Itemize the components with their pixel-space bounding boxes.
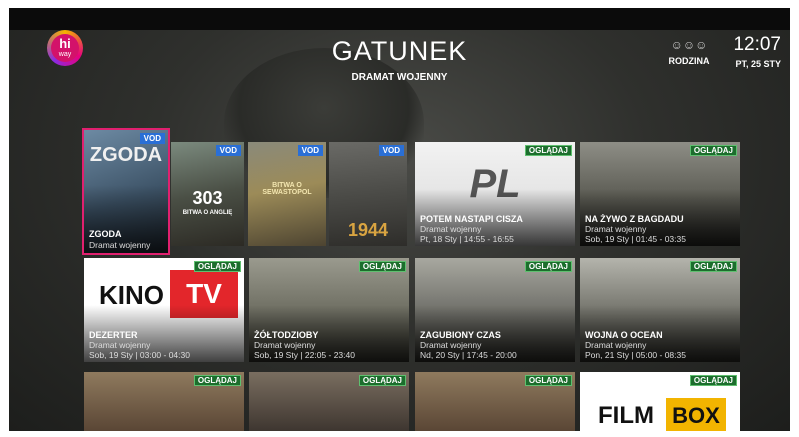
vod-badge: VOD xyxy=(139,133,165,144)
tile-row3-3[interactable]: OGLĄDAJ xyxy=(415,372,575,431)
vod-badge: VOD xyxy=(215,145,241,156)
poster-title: 303 xyxy=(192,188,223,208)
watch-badge: OGLĄDAJ xyxy=(524,145,572,156)
poster-subtitle: BITWA O ANGLIĘ xyxy=(182,210,233,216)
watch-badge: OGLĄDAJ xyxy=(689,261,737,272)
tile-row3-filmbox[interactable]: FILM BOX OGLĄDAJ xyxy=(580,372,740,431)
watch-badge: OGLĄDAJ xyxy=(524,261,572,272)
tile-genre: Dramat wojenny xyxy=(585,224,647,234)
watch-badge: OGLĄDAJ xyxy=(524,375,572,386)
tv-screen: hi way GATUNEK DRAMAT WOJENNY ☺☺☺ RODZIN… xyxy=(9,8,790,431)
watch-badge: OGLĄDAJ xyxy=(689,145,737,156)
tile-row3-2[interactable]: OGLĄDAJ xyxy=(249,372,409,431)
clock: 12:07 PT, 25 STY xyxy=(721,34,781,69)
tile-vod-sewastopol[interactable]: BITWA O SEWASTOPOL VOD xyxy=(248,142,326,246)
profile-label: RODZINA xyxy=(668,56,710,66)
tile-time: Pt, 18 Sty | 14:55 - 16:55 xyxy=(420,234,514,244)
tile-genre: Dramat wojenny xyxy=(254,340,316,350)
tile-genre: Dramat wojenny xyxy=(585,340,647,350)
watch-badge: OGLĄDAJ xyxy=(193,261,241,272)
tile-live-zoltodzioby[interactable]: OGLĄDAJ ŻÓŁTODZIOBY Dramat wojenny Sob, … xyxy=(249,258,409,362)
tile-title: ZAGUBIONY CZAS xyxy=(420,330,501,340)
watch-badge: OGLĄDAJ xyxy=(358,261,406,272)
watch-badge: OGLĄDAJ xyxy=(689,375,737,386)
tile-genre: Dramat wojenny xyxy=(420,224,482,234)
tile-title: ZGODA xyxy=(89,229,122,239)
tile-time: Sob, 19 Sty | 03:00 - 04:30 xyxy=(89,350,190,360)
tile-vod-zgoda[interactable]: ZGODA VOD ZGODA Dramat wojenny xyxy=(82,128,170,255)
tile-genre: Dramat wojenny xyxy=(89,240,151,250)
tile-vod-303[interactable]: 303 BITWA O ANGLIĘ VOD xyxy=(171,142,244,246)
tile-live-potem-nastapi-cisza[interactable]: PL OGLĄDAJ POTEM NASTAPI CISZA Dramat wo… xyxy=(415,142,575,246)
watch-badge: OGLĄDAJ xyxy=(193,375,241,386)
tile-title: ŻÓŁTODZIOBY xyxy=(254,330,319,340)
tile-live-wojna-o-ocean[interactable]: OGLĄDAJ WOJNA O OCEAN Dramat wojenny Pon… xyxy=(580,258,740,362)
top-bar xyxy=(9,8,790,30)
tile-time: Nd, 20 Sty | 17:45 - 20:00 xyxy=(420,350,517,360)
poster-title: 1944 xyxy=(347,220,389,240)
tile-live-dezerter[interactable]: KINO TV OGLĄDAJ DEZERTER Dramat wojenny … xyxy=(84,258,244,362)
tile-live-na-zywo-z-bagdadu[interactable]: OGLĄDAJ NA ŻYWO Z BAGDADU Dramat wojenny… xyxy=(580,142,740,246)
watch-badge: OGLĄDAJ xyxy=(358,375,406,386)
tile-genre: Dramat wojenny xyxy=(89,340,151,350)
tile-live-zagubiony-czas[interactable]: OGLĄDAJ ZAGUBIONY CZAS Dramat wojenny Nd… xyxy=(415,258,575,362)
clock-time: 12:07 xyxy=(733,34,781,55)
tile-vod-1944[interactable]: 1944 VOD xyxy=(329,142,407,246)
tile-time: Pon, 21 Sty | 05:00 - 08:35 xyxy=(585,350,686,360)
tile-title: NA ŻYWO Z BAGDADU xyxy=(585,214,684,224)
box-logo-text: BOX xyxy=(666,398,726,431)
page-subtitle: DRAMAT WOJENNY xyxy=(351,72,448,83)
tile-row3-1[interactable]: OGLĄDAJ xyxy=(84,372,244,431)
family-icon: ☺☺☺ xyxy=(670,38,708,52)
clock-date: PT, 25 STY xyxy=(735,59,781,69)
tile-time: Sob, 19 Sty | 01:45 - 03:35 xyxy=(585,234,686,244)
vod-badge: VOD xyxy=(378,145,404,156)
film-logo-text: FILM xyxy=(598,402,654,429)
tile-genre: Dramat wojenny xyxy=(420,340,482,350)
poster-title: ZGODA xyxy=(89,144,163,166)
tile-title: WOJNA O OCEAN xyxy=(585,330,663,340)
poster-title: BITWA O SEWASTOPOL xyxy=(262,182,312,196)
tile-time: Sob, 19 Sty | 22:05 - 23:40 xyxy=(254,350,355,360)
vod-badge: VOD xyxy=(297,145,323,156)
profile-switcher[interactable]: ☺☺☺ RODZINA xyxy=(665,38,713,66)
tile-title: POTEM NASTAPI CISZA xyxy=(420,214,523,224)
tile-title: DEZERTER xyxy=(89,330,138,340)
